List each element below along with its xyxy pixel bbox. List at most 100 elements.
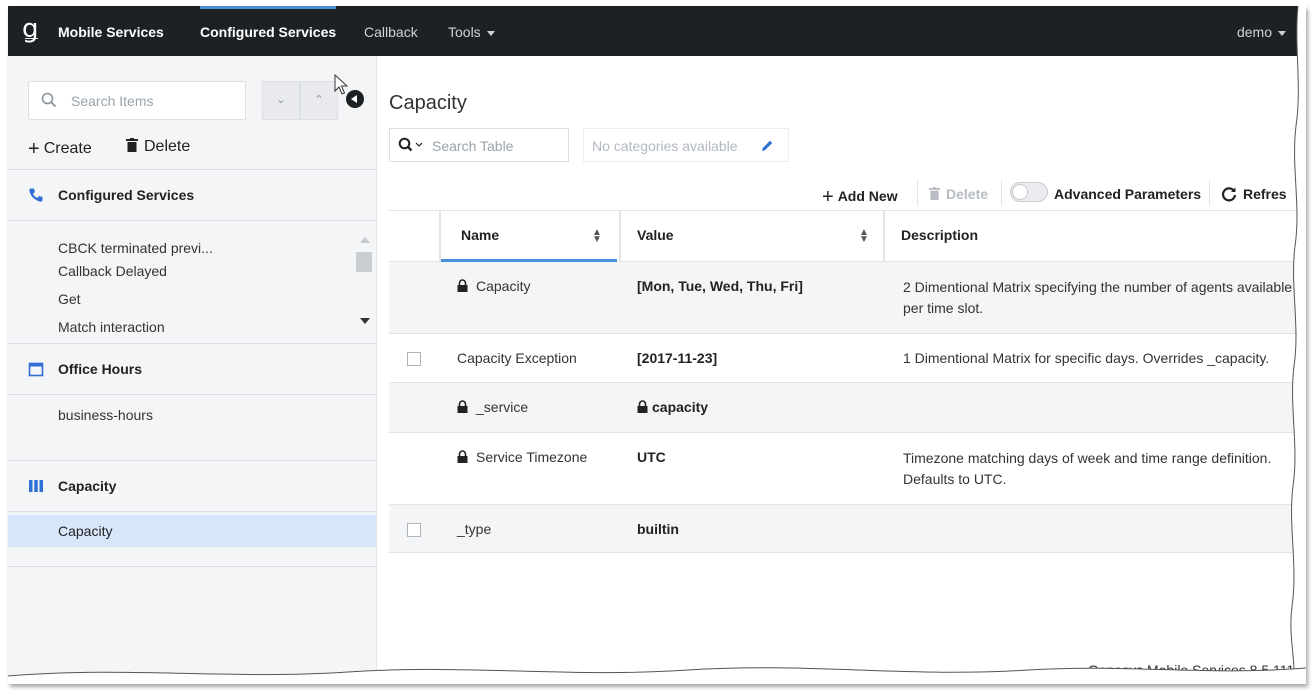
footer-version: Genesys Mobile Services 8.5.111.0 bbox=[1087, 662, 1306, 678]
main-content: Capacity Search Table No categories avai… bbox=[377, 56, 1306, 684]
create-button[interactable]: + Create bbox=[28, 138, 92, 161]
lock-icon bbox=[457, 400, 468, 413]
categories-placeholder: No categories available bbox=[592, 138, 738, 154]
list-item[interactable]: CBCK terminated previ... bbox=[58, 240, 213, 256]
refresh-label: Refres bbox=[1243, 186, 1287, 202]
lock-icon bbox=[637, 400, 648, 413]
plus-icon: + bbox=[28, 138, 40, 160]
genesys-logo-icon[interactable]: ǥ bbox=[22, 16, 39, 42]
tab-callback[interactable]: Callback bbox=[364, 6, 418, 56]
row-value: [2017-11-23] bbox=[637, 350, 718, 366]
scroll-down-icon[interactable] bbox=[360, 318, 370, 324]
row-name: Capacity Exception bbox=[457, 350, 577, 366]
column-header-description[interactable]: Description bbox=[901, 227, 978, 243]
section-office-hours[interactable]: Office Hours bbox=[8, 343, 376, 395]
row-name: Capacity bbox=[457, 278, 530, 294]
section-configured-services[interactable]: Configured Services bbox=[8, 169, 376, 221]
sort-icon[interactable]: ▲ ▼ bbox=[592, 228, 602, 245]
chevron-down-icon bbox=[1278, 30, 1286, 36]
phone-icon bbox=[29, 188, 43, 202]
scrollbar-thumb[interactable] bbox=[356, 252, 372, 272]
list-item[interactable]: Match interaction bbox=[58, 319, 165, 335]
trash-icon bbox=[929, 187, 940, 200]
add-new-button[interactable]: + Add New bbox=[822, 186, 898, 209]
sidebar-search-placeholder: Search Items bbox=[71, 93, 154, 109]
lock-icon bbox=[457, 279, 468, 292]
table-header: Name ▲ ▼ Value ▲ ▼ Description bbox=[389, 210, 1306, 262]
row-value-label: capacity bbox=[652, 399, 709, 415]
delete-label: Delete bbox=[946, 186, 989, 202]
user-menu[interactable]: demo bbox=[1237, 6, 1286, 56]
list-item[interactable]: business-hours bbox=[58, 407, 153, 423]
column-divider bbox=[439, 211, 441, 261]
refresh-button[interactable]: Refres bbox=[1221, 186, 1287, 202]
calendar-icon bbox=[28, 362, 44, 377]
toolbar-divider bbox=[917, 180, 918, 206]
categories-field[interactable]: No categories available bbox=[583, 128, 789, 162]
row-checkbox[interactable] bbox=[407, 352, 421, 366]
row-value: [Mon, Tue, Wed, Thu, Fri] bbox=[637, 278, 803, 294]
table-row[interactable]: Capacity [Mon, Tue, Wed, Thu, Fri] 2 Dim… bbox=[389, 262, 1306, 334]
collapse-sidebar-icon[interactable] bbox=[346, 90, 364, 108]
section-label: Configured Services bbox=[58, 187, 195, 203]
row-value: capacity bbox=[637, 399, 708, 415]
table-row[interactable]: _type builtin bbox=[389, 505, 1306, 553]
column-divider bbox=[883, 211, 885, 261]
table-row[interactable]: _service capacity bbox=[389, 383, 1306, 433]
row-value: UTC bbox=[637, 449, 666, 465]
list-item-label: Capacity bbox=[58, 523, 113, 539]
delete-button[interactable]: Delete bbox=[126, 138, 190, 156]
toolbar-divider bbox=[1001, 180, 1002, 206]
toolbar-divider bbox=[1209, 180, 1210, 206]
lock-icon bbox=[457, 450, 468, 463]
column-header-value[interactable]: Value bbox=[637, 227, 674, 243]
scroll-up-icon[interactable] bbox=[360, 237, 370, 243]
row-description: 1 Dimentional Matrix for specific days. … bbox=[903, 350, 1270, 366]
page-title: Capacity bbox=[389, 92, 467, 114]
advanced-parameters-label: Advanced Parameters bbox=[1054, 186, 1202, 202]
top-navbar: ǥ Mobile Services Configured Services Ca… bbox=[8, 6, 1306, 56]
next-item-button[interactable]: ⌄ bbox=[262, 81, 300, 120]
row-checkbox[interactable] bbox=[407, 523, 421, 537]
row-name: _type bbox=[457, 521, 492, 537]
table-row[interactable]: Service Timezone UTC Timezone matching d… bbox=[389, 433, 1306, 505]
column-header-name[interactable]: Name bbox=[461, 227, 499, 243]
row-description: 2 Dimentional Matrix specifying the numb… bbox=[903, 279, 1293, 316]
pencil-icon[interactable] bbox=[760, 139, 774, 153]
columns-icon bbox=[29, 480, 43, 492]
row-name: Service Timezone bbox=[457, 449, 587, 465]
delete-label: Delete bbox=[144, 138, 191, 155]
table-search-placeholder: Search Table bbox=[432, 138, 514, 154]
section-label: Capacity bbox=[58, 478, 117, 494]
row-name-label: _service bbox=[476, 399, 529, 415]
brand-link[interactable]: Mobile Services bbox=[58, 6, 164, 56]
search-icon bbox=[398, 137, 423, 152]
advanced-parameters-toggle[interactable] bbox=[1010, 182, 1048, 202]
tab-tools-label: Tools bbox=[448, 24, 481, 40]
row-name-label: Capacity bbox=[476, 278, 531, 294]
row-description: Timezone matching days of week and time … bbox=[903, 450, 1272, 487]
sidebar-search-input[interactable]: Search Items bbox=[28, 81, 246, 120]
tab-tools[interactable]: Tools bbox=[448, 6, 495, 56]
refresh-icon bbox=[1221, 187, 1237, 202]
table-row[interactable]: Capacity Exception [2017-11-23] 1 Diment… bbox=[389, 334, 1306, 383]
tab-configured-services[interactable]: Configured Services bbox=[200, 6, 337, 56]
app-window: ǥ Mobile Services Configured Services Ca… bbox=[8, 6, 1306, 684]
delete-button[interactable]: Delete bbox=[929, 186, 988, 202]
section-label: Office Hours bbox=[58, 361, 143, 377]
list-item[interactable]: Callback Delayed bbox=[58, 263, 167, 279]
add-new-label: Add New bbox=[837, 188, 898, 204]
column-divider bbox=[619, 211, 621, 261]
parameters-table: Name ▲ ▼ Value ▲ ▼ Description Capacity [M… bbox=[389, 210, 1306, 553]
previous-item-button[interactable]: ⌃ bbox=[300, 81, 338, 120]
list-item[interactable]: Get bbox=[58, 291, 81, 307]
list-item-selected[interactable]: Capacity bbox=[8, 515, 376, 547]
chevron-down-icon bbox=[486, 30, 495, 36]
trash-icon bbox=[126, 138, 138, 152]
sort-icon[interactable]: ▲ ▼ bbox=[859, 228, 869, 245]
create-label: Create bbox=[43, 140, 92, 157]
row-value: builtin bbox=[637, 521, 679, 537]
table-search-input[interactable]: Search Table bbox=[389, 128, 569, 162]
plus-icon: + bbox=[822, 186, 834, 208]
section-capacity[interactable]: Capacity bbox=[8, 460, 376, 512]
